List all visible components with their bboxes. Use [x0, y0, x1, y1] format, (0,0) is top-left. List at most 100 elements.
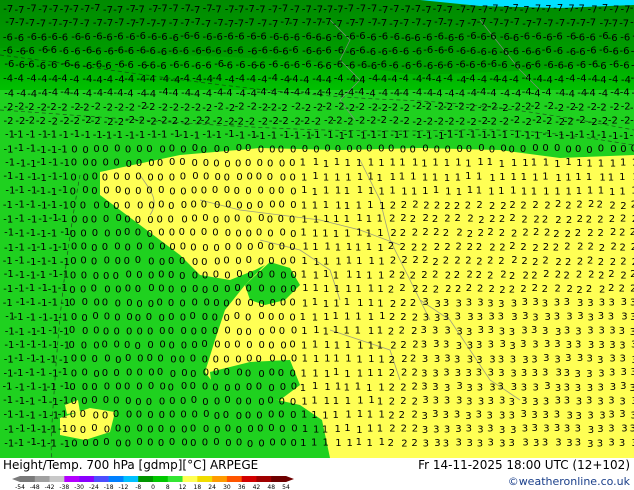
temp-value: 0: [91, 158, 97, 169]
temp-value: 1: [301, 185, 307, 196]
temp-value: 0: [279, 241, 285, 252]
temp-value: -4: [445, 89, 455, 100]
temp-value: 1: [532, 172, 538, 183]
temp-value: -2: [455, 116, 465, 127]
temp-value: 0: [234, 214, 240, 225]
temp-value: 3: [478, 325, 484, 336]
temp-value: 3: [487, 299, 493, 310]
temp-value: -4: [3, 73, 13, 84]
temp-value: 3: [555, 438, 561, 449]
temp-value: -1: [113, 130, 123, 141]
temp-value: 0: [234, 383, 240, 394]
temp-value: -6: [191, 61, 201, 72]
temp-value: -1: [38, 395, 48, 406]
temp-value: 1: [323, 299, 329, 310]
temp-value: 1: [303, 242, 309, 253]
temp-value: 2: [412, 199, 418, 210]
temp-value: 3: [498, 368, 504, 379]
temp-value: 1: [444, 158, 450, 169]
temp-value: -7: [390, 4, 400, 15]
temp-value: -2: [146, 102, 156, 113]
temp-value: 0: [80, 200, 86, 211]
temp-value: -2: [412, 117, 422, 128]
temp-value: -1: [586, 129, 596, 140]
temp-value: 0: [290, 187, 296, 198]
temp-value: -2: [169, 102, 179, 113]
temp-value: 2: [412, 409, 418, 420]
temp-value: 0: [213, 437, 219, 448]
temp-value: -6: [423, 61, 433, 72]
temp-value: 2: [412, 368, 418, 379]
temp-value: -4: [27, 89, 37, 100]
temp-value: 2: [599, 285, 605, 296]
temp-value: 3: [467, 312, 473, 323]
temp-value: 3: [456, 299, 462, 310]
temp-value: 3: [533, 383, 539, 394]
temp-value: 0: [70, 271, 76, 282]
temp-value: 3: [476, 409, 482, 420]
temp-value: 0: [258, 299, 264, 310]
temp-value: 0: [346, 144, 352, 155]
temp-value: 0: [158, 284, 164, 295]
temp-value: 1: [366, 242, 372, 253]
temp-value: -4: [289, 74, 299, 85]
temp-value: 0: [180, 409, 186, 420]
temp-value: -6: [587, 46, 597, 57]
temp-value: 1: [335, 424, 341, 435]
temp-value: 1: [357, 369, 363, 380]
temp-value: 2: [390, 201, 396, 212]
temp-value: 3: [455, 311, 461, 322]
site-credit[interactable]: ©weatheronline.co.uk: [508, 475, 630, 488]
temp-value: -7: [169, 18, 179, 29]
temp-value: 0: [289, 313, 295, 324]
temp-value: 3: [511, 382, 517, 393]
temp-value: -2: [422, 102, 432, 113]
temp-value: -2: [278, 103, 288, 114]
temp-value: 2: [432, 270, 438, 281]
temp-value: 1: [333, 214, 339, 225]
temp-value: -4: [247, 88, 257, 99]
temp-value: 0: [532, 143, 538, 154]
temp-value: 3: [598, 383, 604, 394]
temp-value: -7: [190, 5, 200, 16]
temp-value: -1: [27, 437, 37, 448]
temp-value: 3: [532, 368, 538, 379]
temp-value: 0: [478, 143, 484, 154]
temp-value: 2: [619, 284, 625, 295]
temp-value: 1: [323, 269, 329, 280]
temp-value: 0: [71, 396, 77, 407]
temp-value: 3: [456, 326, 462, 337]
temp-value: 1: [344, 214, 350, 225]
temp-value: 0: [302, 144, 308, 155]
temp-value: -2: [488, 101, 498, 112]
temp-value: 0: [269, 353, 275, 364]
temp-value: 3: [477, 297, 483, 308]
temp-value: -6: [223, 46, 233, 57]
temp-value: 3: [455, 368, 461, 379]
temp-value: 0: [565, 145, 571, 156]
temp-value: 1: [301, 256, 307, 267]
temp-value: 0: [279, 159, 285, 170]
temp-value: 2: [532, 283, 538, 294]
temp-value: -6: [543, 32, 553, 43]
temp-value: -2: [367, 116, 377, 127]
temp-value: -4: [608, 74, 618, 85]
temp-value: 1: [301, 214, 307, 225]
temp-value: 3: [620, 381, 626, 392]
temp-value: -7: [489, 17, 499, 28]
legend-swatch: [123, 476, 139, 482]
temp-value: 3: [422, 354, 428, 365]
temp-value: 3: [566, 340, 572, 351]
temp-value: 1: [498, 186, 504, 197]
temp-value: 0: [81, 396, 87, 407]
temp-value: 0: [236, 425, 242, 436]
temp-value: 3: [555, 396, 561, 407]
temp-value: 2: [532, 200, 538, 211]
temp-value: -7: [80, 18, 90, 29]
temp-value: 2: [477, 284, 483, 295]
temp-value: 0: [181, 381, 187, 392]
temp-value: 0: [148, 201, 154, 212]
temp-value: -1: [565, 131, 575, 142]
temp-value: -1: [290, 130, 300, 141]
temp-value: 2: [544, 201, 550, 212]
